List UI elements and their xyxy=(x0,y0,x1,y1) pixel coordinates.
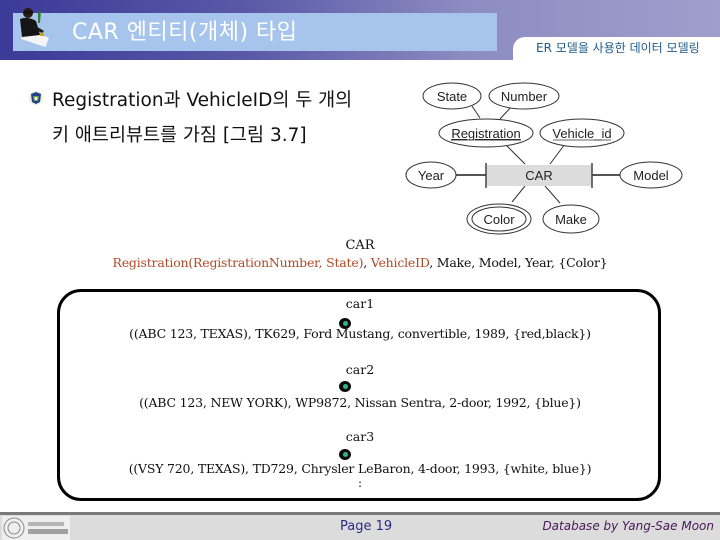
bullet-text-line1: Registration과 VehicleID의 두 개의 xyxy=(52,90,353,111)
instance-label-car2: car2 xyxy=(345,362,375,377)
schema-other-attributes: , Make, Model, Year, {Color} xyxy=(429,255,608,270)
attr-state-label: State xyxy=(437,89,467,104)
instance-value-car1: ((ABC 123, TEXAS), TK629, Ford Mustang, … xyxy=(129,326,591,341)
attr-year-label: Year xyxy=(418,168,445,183)
attr-color-label: Color xyxy=(483,212,515,227)
line-make-car xyxy=(544,185,561,204)
line-registration-car xyxy=(504,143,526,165)
attr-make-label: Make xyxy=(555,212,587,227)
schema-key-registration: Registration(RegistrationNumber, State) xyxy=(112,255,364,270)
line-state-registration xyxy=(471,105,481,119)
schema-definition: Registration(RegistrationNumber, State),… xyxy=(0,255,720,270)
attr-number-label: Number xyxy=(501,89,548,104)
more-instances-indicator: : xyxy=(357,476,363,490)
schema-title: CAR xyxy=(345,238,375,253)
instance-label-car1: car1 xyxy=(345,296,375,311)
er-diagram: CAR State Number Registration Vehicle_id… xyxy=(405,82,683,235)
attr-vehicle-id-label: Vehicle_id xyxy=(552,126,611,141)
schema-key-vehicleid: VehicleID xyxy=(370,255,430,270)
line-color-car xyxy=(511,185,526,203)
instance-value-car2: ((ABC 123, NEW YORK), WP9872, Nissan Sen… xyxy=(139,395,581,410)
bullet-emblem-icon xyxy=(29,91,43,105)
schema-separator: , xyxy=(363,255,371,270)
entity-car-label: CAR xyxy=(525,168,552,183)
line-vehicleid-car xyxy=(549,143,566,165)
presenter-icon xyxy=(20,8,49,47)
section-subtitle: ER 모델을 사용한 데이터 모델링 xyxy=(536,41,700,55)
page-title: CAR 엔티티(개체) 타입 xyxy=(72,20,298,45)
university-logo-icon xyxy=(2,516,70,540)
bullet-text-line2: 키 애트리뷰트를 가짐 [그림 3.7] xyxy=(52,125,307,146)
instance-value-car3: ((VSY 720, TEXAS), TD729, Chrysler LeBar… xyxy=(128,461,592,476)
page-number: Page 19 xyxy=(340,519,393,534)
instance-label-car3: car3 xyxy=(345,429,375,444)
instance-dot-icon xyxy=(339,449,351,460)
footer-credit: Database by Yang-Sae Moon xyxy=(542,519,714,533)
attr-model-label: Model xyxy=(633,168,669,183)
instance-dot-icon xyxy=(339,381,351,392)
attr-registration-label: Registration xyxy=(451,126,520,141)
